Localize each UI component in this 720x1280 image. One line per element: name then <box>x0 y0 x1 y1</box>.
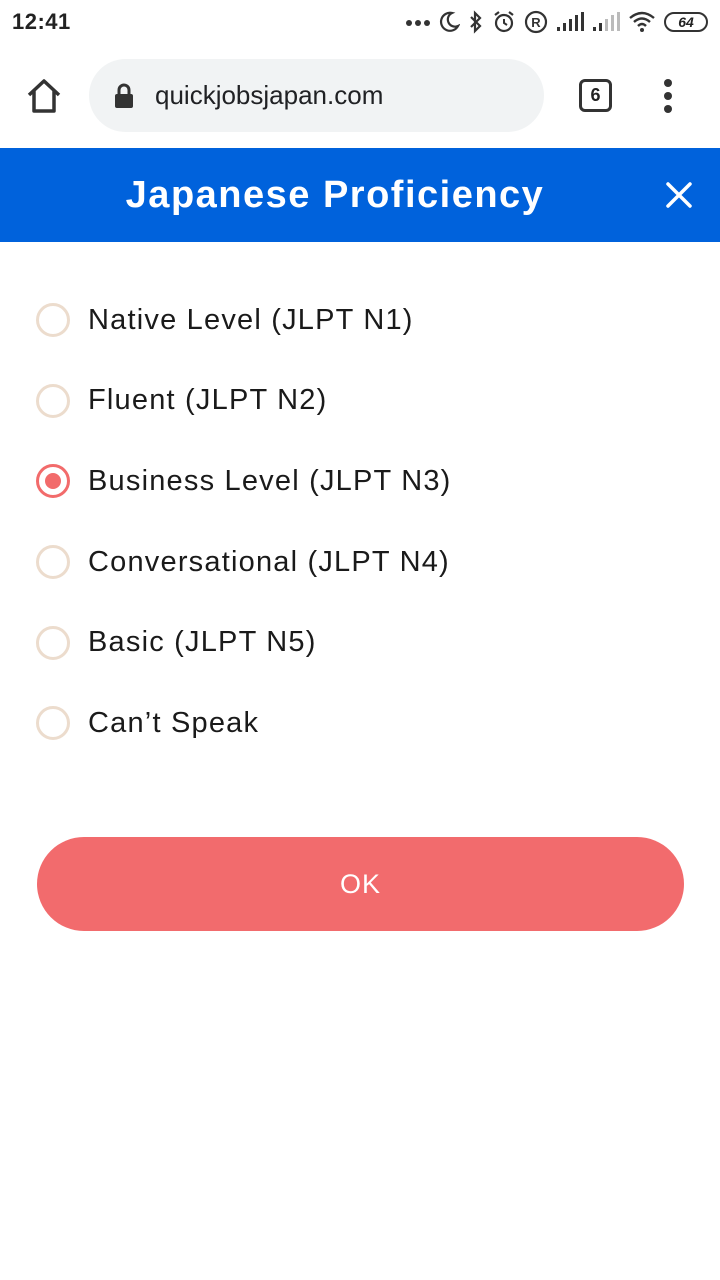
home-icon[interactable] <box>24 76 64 116</box>
url-text: quickjobsjapan.com <box>155 80 384 110</box>
option-label: Conversational (JLPT N4) <box>88 545 450 578</box>
svg-text:R: R <box>531 15 541 30</box>
modal-title: Japanese Proficiency <box>125 173 545 216</box>
radio-button[interactable] <box>36 625 70 660</box>
more-notifications-icon <box>406 20 430 26</box>
status-icons: R 64 <box>406 8 708 36</box>
registered-icon: R <box>524 10 548 34</box>
battery-indicator: 64 <box>664 12 708 32</box>
option-conversational[interactable]: Conversational (JLPT N4) <box>36 522 684 603</box>
option-basic[interactable]: Basic (JLPT N5) <box>36 602 684 683</box>
option-label: Basic (JLPT N5) <box>88 626 317 659</box>
radio-button[interactable] <box>36 706 70 741</box>
option-label: Can’t Speak <box>88 706 260 739</box>
status-bar: 12:41 R 64 <box>0 0 720 44</box>
signal-2-icon <box>593 12 620 31</box>
address-bar[interactable]: quickjobsjapan.com <box>89 59 544 132</box>
option-label: Native Level (JLPT N1) <box>88 303 414 336</box>
signal-icon <box>557 12 584 31</box>
bluetooth-icon <box>470 10 482 34</box>
proficiency-options: Native Level (JLPT N1) Fluent (JLPT N2) … <box>36 280 684 764</box>
option-label: Business Level (JLPT N3) <box>88 464 452 497</box>
tab-switcher-button[interactable]: 6 <box>579 79 612 112</box>
modal-header: Japanese Proficiency <box>0 148 720 242</box>
radio-button[interactable] <box>36 545 70 580</box>
moon-icon <box>440 11 460 32</box>
more-menu-icon[interactable] <box>655 78 681 114</box>
ok-button[interactable]: OK <box>37 837 684 931</box>
radio-button[interactable] <box>36 303 70 338</box>
radio-button-selected[interactable] <box>36 464 70 499</box>
alarm-icon <box>494 11 514 33</box>
option-business-level[interactable]: Business Level (JLPT N3) <box>36 441 684 522</box>
close-icon[interactable] <box>660 176 698 214</box>
browser-toolbar: quickjobsjapan.com 6 <box>0 44 720 148</box>
status-time: 12:41 <box>12 9 71 34</box>
lock-icon <box>115 83 133 108</box>
wifi-icon <box>629 11 655 32</box>
radio-button[interactable] <box>36 383 70 418</box>
option-label: Fluent (JLPT N2) <box>88 384 328 417</box>
option-cant-speak[interactable]: Can’t Speak <box>36 683 684 764</box>
option-fluent[interactable]: Fluent (JLPT N2) <box>36 361 684 442</box>
option-native-level[interactable]: Native Level (JLPT N1) <box>36 280 684 361</box>
